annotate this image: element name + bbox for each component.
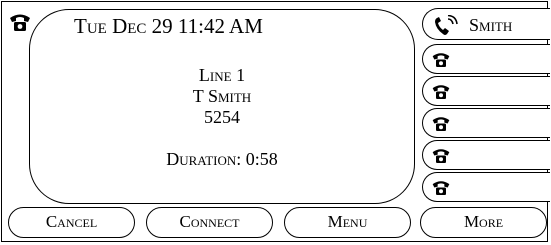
line-button-3[interactable] xyxy=(422,76,550,106)
phone-icon xyxy=(431,179,451,196)
line-button-4[interactable] xyxy=(422,108,550,138)
caller-name: T Smith xyxy=(192,86,252,106)
menu-button[interactable]: Menu xyxy=(284,207,411,238)
line-button-6[interactable] xyxy=(422,172,550,202)
phone-icon xyxy=(431,115,451,132)
more-button[interactable]: More xyxy=(420,207,547,238)
call-duration: Duration: 0:58 xyxy=(166,149,278,169)
line-button-1[interactable]: Smith xyxy=(422,8,550,40)
line-button-5[interactable] xyxy=(422,140,550,170)
line-button-label: Smith xyxy=(469,15,513,35)
date-time: Tue Dec 29 11:42 AM xyxy=(74,14,263,38)
connect-button[interactable]: Connect xyxy=(146,207,273,238)
caller-extension: 5254 xyxy=(204,107,240,127)
cancel-button[interactable]: Cancel xyxy=(8,207,135,238)
phone-ringing-icon xyxy=(433,15,459,37)
line-button-2[interactable] xyxy=(422,44,550,74)
phone-status-icon xyxy=(8,12,32,32)
phone-icon xyxy=(431,147,451,164)
phone-icon xyxy=(431,83,451,100)
line-number: Line 1 xyxy=(198,65,246,85)
phone-icon xyxy=(431,51,451,68)
